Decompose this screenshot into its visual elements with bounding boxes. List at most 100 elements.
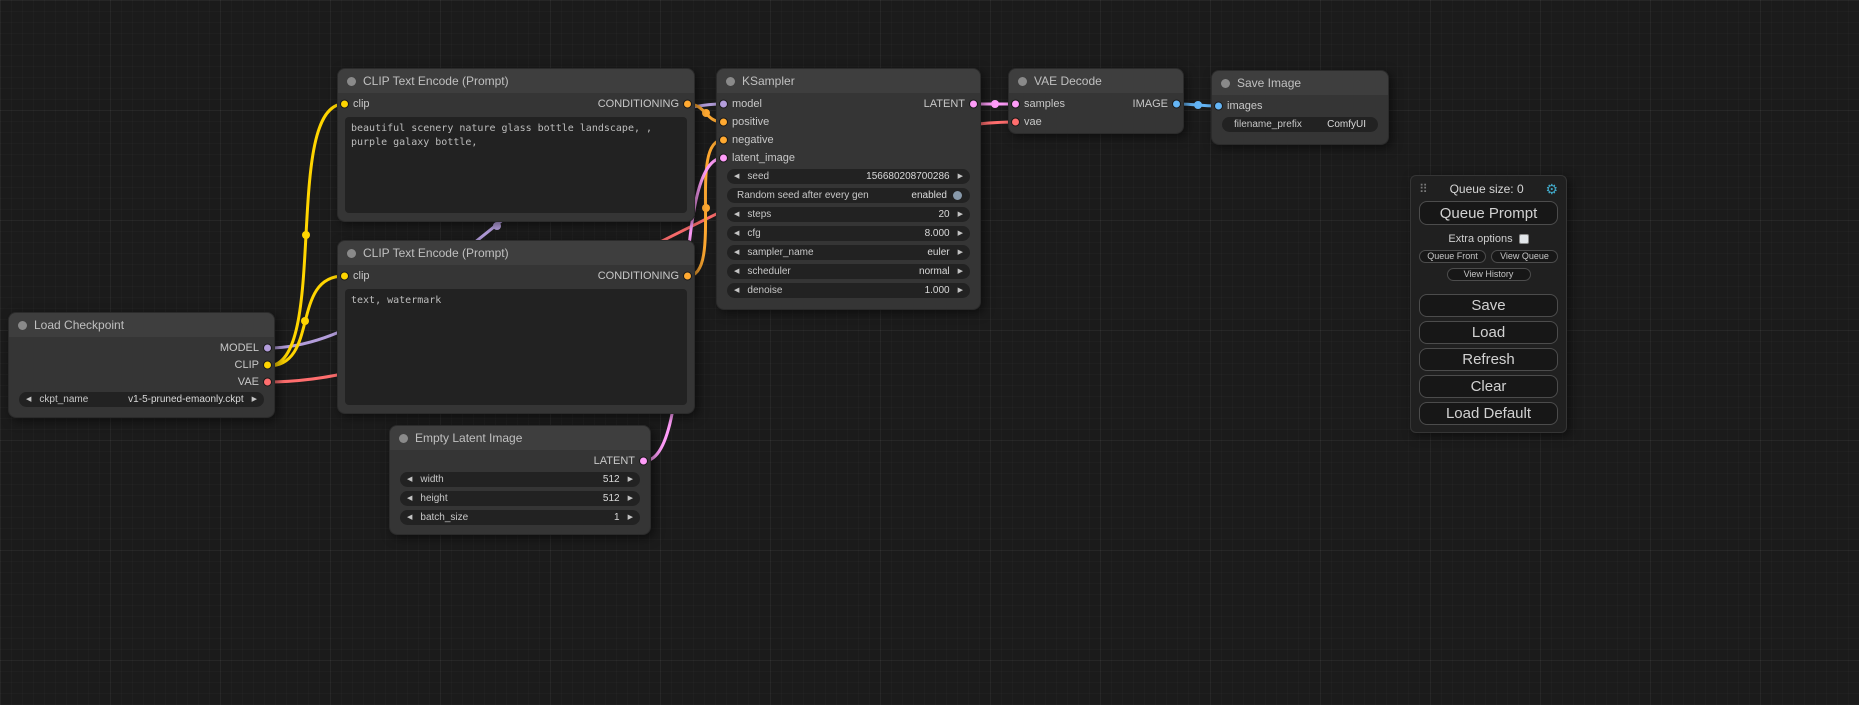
output-label-vae: VAE bbox=[238, 376, 259, 388]
input-port-clip[interactable] bbox=[340, 272, 349, 281]
output-port-vae[interactable] bbox=[263, 377, 272, 386]
decrement-arrow-icon[interactable]: ◀ bbox=[734, 249, 739, 256]
cfg-widget[interactable]: ◀ cfg 8.000 ▶ bbox=[727, 226, 970, 241]
input-port-vae[interactable] bbox=[1011, 118, 1020, 127]
widget-name: Random seed after every gen bbox=[737, 190, 869, 201]
steps-widget[interactable]: ◀ steps 20 ▶ bbox=[727, 207, 970, 222]
decrement-arrow-icon[interactable]: ◀ bbox=[734, 287, 739, 294]
input-port-negative[interactable] bbox=[719, 136, 728, 145]
decrement-arrow-icon[interactable]: ◀ bbox=[734, 211, 739, 218]
drag-handle-icon[interactable]: ⠿ bbox=[1419, 182, 1428, 196]
node-load-checkpoint[interactable]: Load Checkpoint MODEL CLIP VAE ◀ ckpt_na… bbox=[8, 312, 275, 418]
node-title-bar[interactable]: CLIP Text Encode (Prompt) bbox=[338, 69, 694, 93]
increment-arrow-icon[interactable]: ▶ bbox=[958, 173, 963, 180]
collapse-dot-icon[interactable] bbox=[726, 77, 735, 86]
decrement-arrow-icon[interactable]: ◀ bbox=[407, 495, 412, 502]
increment-arrow-icon[interactable]: ▶ bbox=[958, 211, 963, 218]
refresh-button[interactable]: Refresh bbox=[1419, 348, 1558, 371]
filename-prefix-widget[interactable]: filename_prefix ComfyUI bbox=[1222, 117, 1378, 132]
ckpt-name-widget[interactable]: ◀ ckpt_name v1-5-pruned-emaonly.ckpt ▶ bbox=[19, 392, 264, 407]
node-title-bar[interactable]: Save Image bbox=[1212, 71, 1388, 95]
input-port-images[interactable] bbox=[1214, 102, 1223, 111]
scheduler-widget[interactable]: ◀ scheduler normal ▶ bbox=[727, 264, 970, 279]
decrement-arrow-icon[interactable]: ◀ bbox=[734, 230, 739, 237]
input-port-positive[interactable] bbox=[719, 118, 728, 127]
node-title-bar[interactable]: Empty Latent Image bbox=[390, 426, 650, 450]
output-port-image[interactable] bbox=[1172, 100, 1181, 109]
width-widget[interactable]: ◀ width 512 ▶ bbox=[400, 472, 640, 487]
input-port-samples[interactable] bbox=[1011, 100, 1020, 109]
increment-arrow-icon[interactable]: ▶ bbox=[958, 230, 963, 237]
output-port-conditioning[interactable] bbox=[683, 100, 692, 109]
increment-arrow-icon[interactable]: ▶ bbox=[628, 514, 633, 521]
node-title-bar[interactable]: Load Checkpoint bbox=[9, 313, 274, 337]
collapse-dot-icon[interactable] bbox=[18, 321, 27, 330]
decrement-arrow-icon[interactable]: ◀ bbox=[407, 476, 412, 483]
output-port-latent[interactable] bbox=[639, 457, 648, 466]
output-port-conditioning[interactable] bbox=[683, 272, 692, 281]
sampler-name-widget[interactable]: ◀ sampler_name euler ▶ bbox=[727, 245, 970, 260]
random-seed-toggle-widget[interactable]: Random seed after every gen enabled bbox=[727, 188, 970, 203]
queue-front-button[interactable]: Queue Front bbox=[1419, 250, 1486, 263]
clear-button[interactable]: Clear bbox=[1419, 375, 1558, 398]
node-vae-decode[interactable]: VAE Decode samples IMAGE vae bbox=[1008, 68, 1184, 134]
collapse-dot-icon[interactable] bbox=[347, 77, 356, 86]
node-empty-latent-image[interactable]: Empty Latent Image LATENT ◀ width 512 ▶ … bbox=[389, 425, 651, 535]
slot-row: vae bbox=[1009, 113, 1183, 131]
node-graph-canvas[interactable]: Load Checkpoint MODEL CLIP VAE ◀ ckpt_na… bbox=[0, 0, 1859, 705]
collapse-dot-icon[interactable] bbox=[347, 249, 356, 258]
collapse-dot-icon[interactable] bbox=[1018, 77, 1027, 86]
node-title-bar[interactable]: VAE Decode bbox=[1009, 69, 1183, 93]
view-history-button[interactable]: View History bbox=[1447, 268, 1531, 281]
load-button[interactable]: Load bbox=[1419, 321, 1558, 344]
node-title: CLIP Text Encode (Prompt) bbox=[363, 74, 509, 88]
node-save-image[interactable]: Save Image images filename_prefix ComfyU… bbox=[1211, 70, 1389, 145]
wire-dot-model bbox=[493, 222, 501, 230]
output-port-model[interactable] bbox=[263, 343, 272, 352]
decrement-arrow-icon[interactable]: ◀ bbox=[734, 268, 739, 275]
node-title-bar[interactable]: KSampler bbox=[717, 69, 980, 93]
node-title-bar[interactable]: CLIP Text Encode (Prompt) bbox=[338, 241, 694, 265]
node-clip-text-encode-negative[interactable]: CLIP Text Encode (Prompt) clip CONDITION… bbox=[337, 240, 695, 414]
input-label-clip: clip bbox=[353, 98, 370, 110]
widget-name: batch_size bbox=[420, 512, 468, 523]
input-port-model[interactable] bbox=[719, 100, 728, 109]
input-port-clip[interactable] bbox=[340, 100, 349, 109]
load-default-button[interactable]: Load Default bbox=[1419, 402, 1558, 425]
collapse-dot-icon[interactable] bbox=[399, 434, 408, 443]
increment-arrow-icon[interactable]: ▶ bbox=[958, 268, 963, 275]
decrement-arrow-icon[interactable]: ◀ bbox=[407, 514, 412, 521]
node-clip-text-encode-positive[interactable]: CLIP Text Encode (Prompt) clip CONDITION… bbox=[337, 68, 695, 222]
wire-dot-latent-output bbox=[991, 100, 999, 108]
height-widget[interactable]: ◀ height 512 ▶ bbox=[400, 491, 640, 506]
increment-arrow-icon[interactable]: ▶ bbox=[628, 476, 633, 483]
seed-widget[interactable]: ◀ seed 156680208700286 ▶ bbox=[727, 169, 970, 184]
input-port-latent-image[interactable] bbox=[719, 154, 728, 163]
wire-clip-to-negative bbox=[268, 276, 344, 366]
increment-arrow-icon[interactable]: ▶ bbox=[958, 249, 963, 256]
wire-dot-clip-positive bbox=[302, 231, 310, 239]
negative-prompt-textarea[interactable]: text, watermark bbox=[345, 289, 687, 405]
widget-name: width bbox=[420, 474, 443, 485]
output-port-clip[interactable] bbox=[263, 360, 272, 369]
increment-arrow-icon[interactable]: ▶ bbox=[252, 396, 257, 403]
batch-size-widget[interactable]: ◀ batch_size 1 ▶ bbox=[400, 510, 640, 525]
queue-prompt-button[interactable]: Queue Prompt bbox=[1419, 201, 1558, 225]
positive-prompt-textarea[interactable]: beautiful scenery nature glass bottle la… bbox=[345, 117, 687, 213]
node-ksampler[interactable]: KSampler LATENT model positive negative … bbox=[716, 68, 981, 310]
settings-gear-icon[interactable]: ⚙ bbox=[1545, 181, 1558, 198]
save-button[interactable]: Save bbox=[1419, 294, 1558, 317]
extra-options-checkbox[interactable] bbox=[1519, 234, 1529, 244]
slot-row: negative bbox=[717, 131, 980, 149]
decrement-arrow-icon[interactable]: ◀ bbox=[26, 396, 31, 403]
increment-arrow-icon[interactable]: ▶ bbox=[958, 287, 963, 294]
denoise-widget[interactable]: ◀ denoise 1.000 ▶ bbox=[727, 283, 970, 298]
slot-row: latent_image bbox=[717, 149, 980, 167]
widget-value: 512 bbox=[603, 493, 620, 504]
view-queue-button[interactable]: View Queue bbox=[1491, 250, 1558, 263]
increment-arrow-icon[interactable]: ▶ bbox=[628, 495, 633, 502]
decrement-arrow-icon[interactable]: ◀ bbox=[734, 173, 739, 180]
toggle-indicator-icon[interactable] bbox=[953, 191, 962, 200]
slot-row: images bbox=[1212, 97, 1388, 115]
collapse-dot-icon[interactable] bbox=[1221, 79, 1230, 88]
